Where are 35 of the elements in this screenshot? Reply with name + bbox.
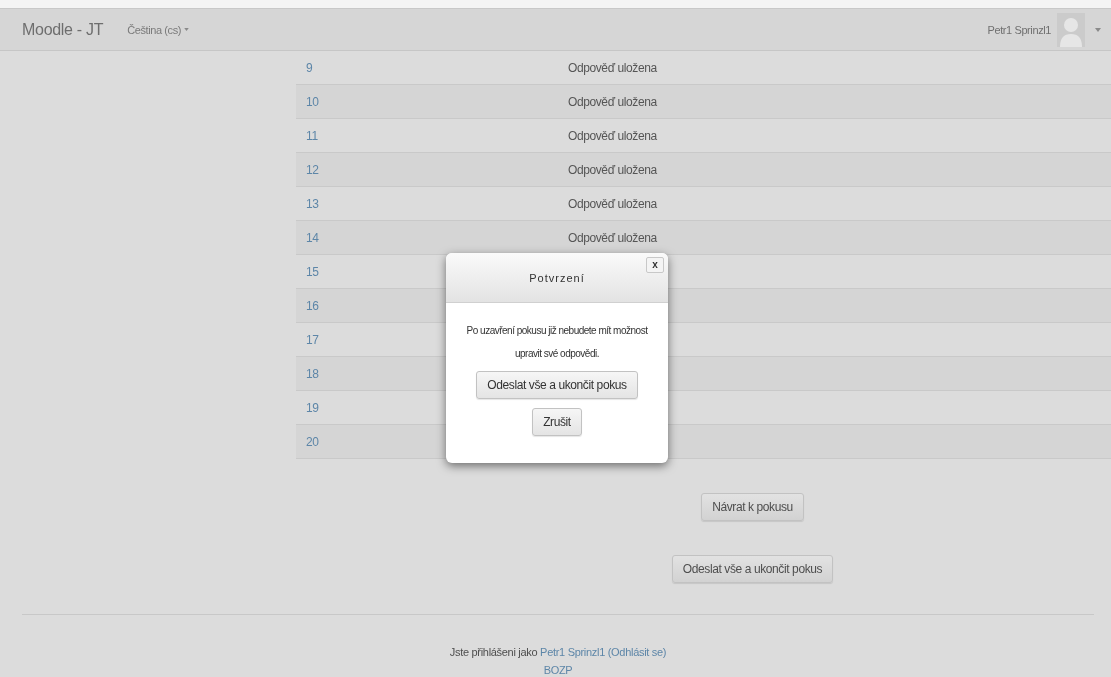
table-cell: Odpověď uložena — [568, 162, 657, 177]
caret-icon[interactable] — [184, 28, 190, 31]
question-number-link[interactable]: 10 — [306, 94, 319, 109]
user-link[interactable]: Petr1 Sprinzl1 — [540, 646, 605, 658]
question-number-link[interactable]: 20 — [306, 434, 319, 449]
dialog-message: Po uzavření pokusu již nebudete mít možnost upravit své odpovědi. — [465, 324, 649, 361]
confirm-button[interactable]: Odeslat vše a ukončit pokus — [476, 371, 638, 399]
question-number-link[interactable]: 13 — [306, 196, 319, 211]
table-cell: Odpověď uložena — [568, 230, 657, 245]
site-link[interactable]: BOZP — [543, 661, 573, 677]
question-number-link[interactable]: 17 — [306, 332, 319, 347]
question-number-link[interactable]: 16 — [306, 298, 319, 313]
question-number-link[interactable]: 11 — [306, 128, 318, 143]
site-title[interactable]: Moodle - JT — [22, 20, 104, 39]
question-number-link[interactable]: 19 — [306, 400, 319, 415]
table-cell: Odpověď uložena — [568, 94, 657, 109]
table-cell: Odpověď uložena — [568, 60, 657, 75]
dialog-title: Potvrzení — [529, 271, 585, 284]
question-number-link[interactable]: 12 — [306, 162, 319, 177]
return-button[interactable]: Návrat k pokusu — [701, 493, 804, 521]
table-cell: Odpověď uložena — [568, 196, 657, 211]
submit-button[interactable]: Odeslat vše a ukončit pokus — [671, 555, 834, 583]
avatar-icon[interactable] — [1057, 12, 1085, 47]
close-button[interactable]: x — [646, 257, 664, 273]
question-number-link[interactable]: 15 — [306, 264, 319, 279]
logout-link[interactable]: (Odhlásit se) — [607, 646, 667, 658]
cancel-button[interactable]: Zrušit — [532, 408, 582, 436]
question-number-link[interactable]: 14 — [306, 230, 319, 245]
language-menu[interactable]: Čeština (cs) — [127, 23, 182, 36]
table-cell: Odpověď uložena — [568, 128, 657, 143]
user-name[interactable]: Petr1 Sprinzl1 — [987, 23, 1051, 36]
login-info-text: Jste přihlášeni jako — [449, 646, 538, 658]
question-number-link[interactable]: 9 — [306, 60, 313, 75]
question-number-link[interactable]: 18 — [306, 366, 319, 381]
caret-icon[interactable] — [1095, 27, 1101, 32]
